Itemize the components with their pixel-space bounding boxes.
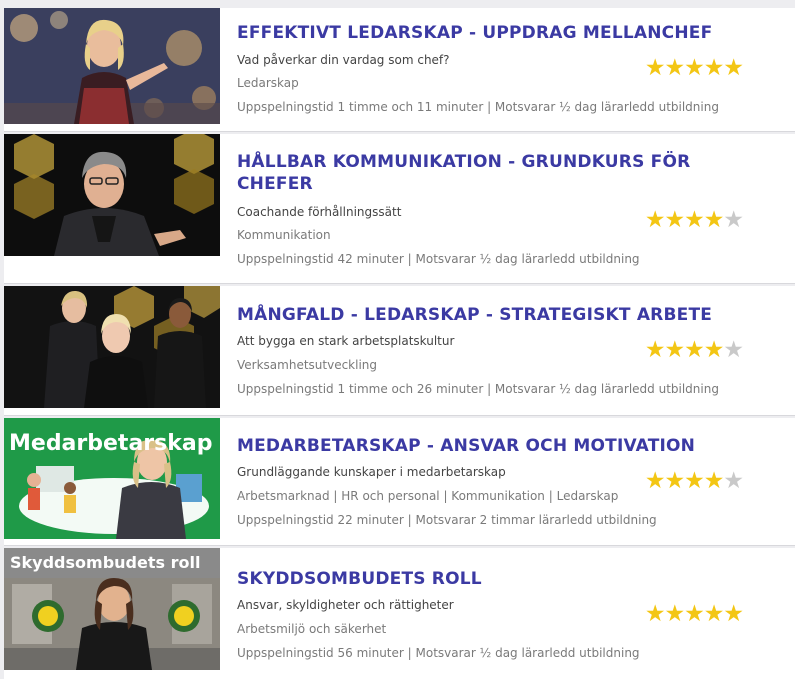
- course-meta: Uppspelningstid 42 minuter | Motsvarar ½…: [237, 252, 640, 266]
- star-icon: ★: [664, 55, 686, 81]
- course-title[interactable]: MÅNGFALD - LEDARSKAP - STRATEGISKT ARBET…: [237, 304, 715, 326]
- star-icon: ★: [664, 337, 686, 363]
- course-subtitle: Ansvar, skyldigheter och rättigheter: [237, 598, 454, 612]
- course-category: Ledarskap: [237, 76, 299, 90]
- course-card[interactable]: MÅNGFALD - LEDARSKAP - STRATEGISKT ARBET…: [4, 286, 795, 416]
- course-subtitle: Coachande förhållningssätt: [237, 205, 402, 219]
- course-title[interactable]: MEDARBETARSKAP - ANSVAR OCH MOTIVATION: [237, 435, 715, 457]
- course-meta: Uppspelningstid 22 minuter | Motsvarar 2…: [237, 513, 657, 527]
- star-icon: ★: [723, 337, 744, 363]
- star-rating: ★★★★★: [644, 468, 744, 494]
- thumbnail-title: Skyddsombudets roll: [10, 553, 200, 572]
- course-thumbnail[interactable]: [4, 134, 220, 256]
- course-thumbnail[interactable]: [4, 286, 220, 408]
- course-category: Arbetsmiljö och säkerhet: [237, 622, 387, 636]
- star-icon: ★: [723, 601, 744, 627]
- course-category: Arbetsmarknad | HR och personal | Kommun…: [237, 489, 619, 503]
- star-icon: ★: [723, 207, 744, 233]
- star-icon: ★: [644, 337, 666, 363]
- course-card[interactable]: Medarbetarskap MEDARBETARSKAP - ANSVAR O…: [4, 418, 795, 546]
- course-thumbnail[interactable]: Skyddsombudets roll: [4, 548, 220, 670]
- star-icon: ★: [664, 207, 686, 233]
- course-card[interactable]: EFFEKTIVT LEDARSKAP - UPPDRAG MELLANCHEF…: [4, 8, 795, 132]
- star-rating: ★★★★★: [644, 601, 744, 627]
- star-icon: ★: [684, 468, 705, 494]
- star-rating: ★★★★★: [644, 55, 744, 81]
- course-thumbnail[interactable]: [4, 8, 220, 124]
- star-icon: ★: [703, 55, 725, 81]
- star-rating: ★★★★★: [644, 337, 744, 363]
- star-icon: ★: [684, 337, 705, 363]
- star-icon: ★: [703, 468, 725, 494]
- course-subtitle: Vad påverkar din vardag som chef?: [237, 53, 450, 67]
- star-icon: ★: [664, 468, 686, 494]
- course-meta: Uppspelningstid 1 timme och 11 minuter |…: [237, 100, 719, 114]
- course-category: Kommunikation: [237, 228, 331, 242]
- course-title[interactable]: SKYDDSOMBUDETS ROLL: [237, 568, 715, 590]
- star-icon: ★: [684, 55, 705, 81]
- star-icon: ★: [723, 55, 744, 81]
- thumbnail-title: Medarbetarskap: [9, 431, 212, 456]
- course-card[interactable]: Skyddsombudets roll SKYDDSOMBUDETS ROLL …: [4, 548, 795, 679]
- star-icon: ★: [644, 468, 666, 494]
- star-icon: ★: [703, 337, 725, 363]
- course-subtitle: Grundläggande kunskaper i medarbetarskap: [237, 465, 506, 479]
- star-icon: ★: [684, 601, 705, 627]
- star-rating: ★★★★★: [644, 207, 744, 233]
- star-icon: ★: [703, 601, 725, 627]
- course-subtitle: Att bygga en stark arbetsplatskultur: [237, 334, 455, 348]
- star-icon: ★: [644, 207, 666, 233]
- course-title[interactable]: EFFEKTIVT LEDARSKAP - UPPDRAG MELLANCHEF: [237, 22, 715, 44]
- star-icon: ★: [644, 601, 666, 627]
- star-icon: ★: [684, 207, 705, 233]
- course-meta: Uppspelningstid 1 timme och 26 minuter |…: [237, 382, 719, 396]
- course-card[interactable]: HÅLLBAR KOMMUNIKATION - GRUNDKURS FÖR CH…: [4, 134, 795, 284]
- course-thumbnail[interactable]: Medarbetarskap: [4, 418, 220, 539]
- course-meta: Uppspelningstid 56 minuter | Motsvarar ½…: [237, 646, 640, 660]
- course-title[interactable]: HÅLLBAR KOMMUNIKATION - GRUNDKURS FÖR CH…: [237, 151, 697, 195]
- star-icon: ★: [723, 468, 744, 494]
- star-icon: ★: [703, 207, 725, 233]
- course-category: Verksamhetsutveckling: [237, 358, 378, 372]
- star-icon: ★: [644, 55, 666, 81]
- star-icon: ★: [664, 601, 686, 627]
